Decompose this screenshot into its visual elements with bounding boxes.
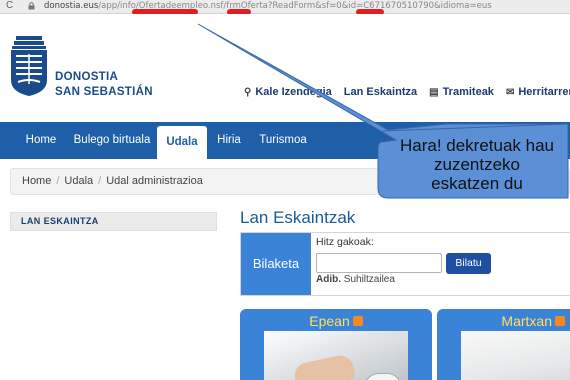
browser-url-bar[interactable]: C donostia.eus/app/info/Ofertadeempleo.n…	[0, 0, 570, 14]
example-prefix: Adib.	[316, 274, 341, 285]
top-nav: ⚲ Kale Izendegia Lan Eskaintza ▤ Tramite…	[244, 85, 570, 99]
url-host: donostia.eus	[44, 1, 99, 11]
lock-icon	[28, 2, 35, 10]
example-value: Suhiltzailea	[343, 274, 395, 285]
card-current-offers[interactable]: Epean	[240, 309, 432, 380]
search-button[interactable]: Bilatu	[446, 253, 491, 274]
search-heading: Bilaketa	[241, 233, 311, 295]
top-nav-citizen[interactable]: ✉ Herritarren p	[506, 85, 570, 99]
card-photo	[461, 331, 570, 380]
tab-city-council[interactable]: Udala	[157, 126, 207, 159]
search-example: Adib. Suhiltzailea	[316, 274, 395, 285]
rss-icon[interactable]	[352, 316, 363, 327]
top-nav-label: Kale Izendegia	[255, 86, 332, 98]
tab-city[interactable]: Hiria	[212, 122, 246, 159]
url-text[interactable]: donostia.eus/app/info/Ofertadeempleo.nsf…	[44, 0, 492, 12]
top-nav-label: Herritarren p	[518, 86, 570, 98]
breadcrumb-current: Udal administrazioa	[106, 175, 203, 187]
keywords-input[interactable]	[316, 253, 442, 273]
tab-tourism[interactable]: Turismoa	[254, 122, 312, 159]
top-nav-procedures[interactable]: ▤ Tramiteak	[429, 85, 494, 99]
city-name[interactable]: DONOSTIA SAN SEBASTIÁN	[55, 70, 153, 100]
top-nav-label: Lan Eskaintza	[343, 86, 418, 98]
site-header: DONOSTIA SAN SEBASTIÁN ⚲ Kale Izendegia …	[0, 14, 570, 122]
top-nav-job-offers[interactable]: Lan Eskaintza	[344, 85, 417, 99]
breadcrumb-separator: /	[56, 175, 60, 187]
card-in-progress[interactable]: Martxan	[437, 309, 570, 380]
card-title: Epean	[240, 313, 432, 329]
breadcrumb-city-council[interactable]: Udala	[64, 175, 93, 187]
annotation-line: eskatzen du	[431, 174, 523, 193]
annotation-line: Hara! dekretuak hau	[399, 136, 555, 155]
breadcrumb-separator: /	[98, 175, 102, 187]
map-pin-icon: ⚲	[244, 86, 252, 98]
city-shield-logo[interactable]	[10, 36, 48, 96]
card-photo	[264, 331, 408, 380]
rss-icon[interactable]	[555, 316, 565, 327]
breadcrumb-home[interactable]: Home	[22, 175, 51, 187]
briefcase-icon: ▤	[429, 86, 439, 98]
hand-graphic	[291, 353, 357, 380]
top-nav-street-directory[interactable]: ⚲ Kale Izendegia	[244, 85, 332, 99]
annotation-text: Hara! dekretuak hau zuzentzeko eskatzen …	[384, 136, 570, 193]
tab-virtual-office[interactable]: Bulego birtuala	[70, 122, 154, 159]
annotation-line: zuzentzeko	[434, 155, 520, 174]
card-title: Martxan	[437, 313, 570, 329]
city-name-line2: SAN SEBASTIÁN	[55, 86, 153, 98]
mouse-graphic	[364, 373, 402, 380]
card-title-text: Epean	[309, 313, 350, 329]
card-title-text: Martxan	[501, 313, 552, 329]
page: C donostia.eus/app/info/Ofertadeempleo.n…	[0, 0, 570, 380]
page-title: Lan Eskaintzak	[240, 208, 356, 227]
reload-icon[interactable]: C	[6, 0, 13, 12]
sidebar-title[interactable]: LAN ESKAINTZA	[10, 212, 217, 231]
city-name-line1: DONOSTIA	[55, 71, 119, 83]
mail-icon: ✉	[505, 86, 515, 98]
search-panel: Bilaketa Hitz gakoak: Bilatu Adib. Suhil…	[240, 232, 570, 296]
tab-home[interactable]: Home	[16, 122, 66, 159]
keywords-label: Hitz gakoak:	[316, 236, 374, 248]
top-nav-label: Tramiteak	[442, 86, 494, 98]
